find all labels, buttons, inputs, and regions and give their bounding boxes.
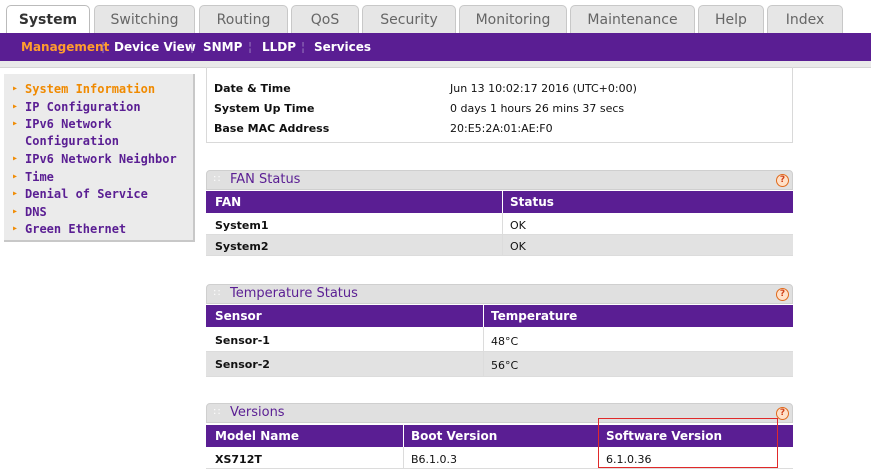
fan-table-header: FAN Status (206, 191, 793, 213)
sensor-name: Sensor-2 (215, 358, 270, 371)
arrow-right-icon: ▸ (12, 206, 19, 217)
sidebar: ▸ System Information ▸ IP Configuration … (4, 74, 195, 242)
sidebar-item-label: IPv6 Network Configuration (25, 117, 119, 148)
table-row: Sensor-1 48°C (206, 327, 793, 352)
sub-navigation: Management ¦ Device View ¦ SNMP ¦ LLDP ¦… (0, 33, 871, 61)
subnav-separator: ¦ (101, 40, 106, 54)
column-divider (483, 327, 484, 352)
fan-column-header: FAN (215, 195, 242, 209)
subnav-management[interactable]: Management (21, 33, 109, 61)
sidebar-item-label: System Information (25, 82, 156, 96)
temperature-table-header: Sensor Temperature (206, 305, 793, 327)
model-name-value: XS712T (215, 453, 262, 466)
arrow-right-icon: ▸ (12, 153, 19, 164)
temperature-column-header: Temperature (491, 309, 578, 323)
arrow-right-icon: ▸ (12, 101, 19, 112)
table-row: System2 OK (206, 235, 793, 256)
fan-status-title: FAN Status (230, 172, 301, 187)
versions-title-bar: :: Versions ? (206, 403, 793, 423)
subnav-lldp[interactable]: LLDP (262, 33, 296, 61)
tab-security[interactable]: Security (362, 5, 456, 33)
model-name-column-header: Model Name (215, 429, 299, 443)
tab-switching[interactable]: Switching (94, 5, 195, 33)
column-divider (598, 425, 599, 447)
drag-handle-icon: :: (213, 406, 222, 417)
table-row: Sensor-2 56°C (206, 352, 793, 377)
temperature-status-title-bar: :: Temperature Status ? (206, 284, 793, 304)
sidebar-item-label: DNS (25, 205, 47, 219)
sensor-temperature: 48°C (491, 335, 519, 348)
fan-status: OK (510, 240, 526, 253)
sensor-name: Sensor-1 (215, 334, 270, 347)
help-icon[interactable]: ? (776, 288, 789, 301)
tab-routing[interactable]: Routing (199, 5, 288, 33)
subnav-snmp[interactable]: SNMP (203, 33, 242, 61)
column-divider (598, 447, 599, 469)
software-version-column-header: Software Version (606, 429, 722, 443)
tab-help[interactable]: Help (698, 5, 764, 33)
sidebar-item-label: Denial of Service (25, 187, 148, 201)
subnav-device-view[interactable]: Device View (114, 33, 196, 61)
boot-version-column-header: Boot Version (411, 429, 498, 443)
versions-table-header: Model Name Boot Version Software Version (206, 425, 793, 447)
fan-status: OK (510, 219, 526, 232)
tab-qos[interactable]: QoS (291, 5, 359, 33)
system-info-panel: Date & Time Jun 13 10:02:17 2016 (UTC+0:… (206, 67, 793, 143)
sidebar-item-label: IPv6 Network Neighbor (25, 152, 177, 166)
sidebar-item-label: IP Configuration (25, 100, 141, 114)
help-icon[interactable]: ? (776, 174, 789, 187)
sensor-column-header: Sensor (215, 309, 262, 323)
tab-system[interactable]: System (6, 5, 90, 33)
tab-maintenance[interactable]: Maintenance (570, 5, 695, 33)
base-mac-label: Base MAC Address (214, 122, 330, 135)
arrow-right-icon: ▸ (12, 188, 19, 199)
system-up-time-value: 0 days 1 hours 26 mins 37 secs (450, 102, 625, 115)
help-icon[interactable]: ? (776, 407, 789, 420)
system-up-time-label: System Up Time (214, 102, 315, 115)
main-content: Date & Time Jun 13 10:02:17 2016 (UTC+0:… (206, 67, 793, 474)
sidebar-item-label: Time (25, 170, 54, 184)
subnav-services[interactable]: Services (314, 33, 371, 61)
table-row: XS712T B6.1.0.3 6.1.0.36 (206, 447, 793, 469)
column-divider (403, 447, 404, 469)
software-version-value: 6.1.0.36 (606, 453, 652, 466)
fan-status-title-bar: :: FAN Status ? (206, 170, 793, 190)
temperature-status-title: Temperature Status (230, 286, 358, 301)
sensor-temperature: 56°C (491, 359, 519, 372)
arrow-right-icon: ▸ (12, 118, 19, 129)
main-tabs: System Switching Routing QoS Security Mo… (0, 0, 871, 33)
subnav-separator: ¦ (190, 40, 195, 54)
date-time-label: Date & Time (214, 82, 291, 95)
fan-name: System1 (215, 219, 269, 232)
tab-index[interactable]: Index (767, 5, 843, 33)
column-divider (502, 191, 503, 213)
drag-handle-icon: :: (213, 173, 222, 184)
subnav-separator: ¦ (248, 40, 253, 54)
tab-monitoring[interactable]: Monitoring (459, 5, 567, 33)
column-divider (502, 235, 503, 256)
table-row: System1 OK (206, 213, 793, 235)
base-mac-value: 20:E5:2A:01:AE:F0 (450, 122, 553, 135)
date-time-value: Jun 13 10:02:17 2016 (UTC+0:00) (450, 82, 637, 95)
arrow-right-icon: ▸ (12, 223, 19, 234)
column-divider (483, 352, 484, 377)
subnav-separator: ¦ (301, 40, 306, 54)
sidebar-item-label: Green Ethernet (25, 222, 127, 236)
column-divider (502, 213, 503, 235)
column-divider (483, 305, 484, 327)
versions-title: Versions (230, 405, 285, 420)
fan-name: System2 (215, 240, 269, 253)
arrow-right-icon: ▸ (12, 83, 19, 94)
boot-version-value: B6.1.0.3 (411, 453, 458, 466)
column-divider (403, 425, 404, 447)
drag-handle-icon: :: (213, 287, 222, 298)
arrow-right-icon: ▸ (12, 171, 19, 182)
status-column-header: Status (510, 195, 554, 209)
